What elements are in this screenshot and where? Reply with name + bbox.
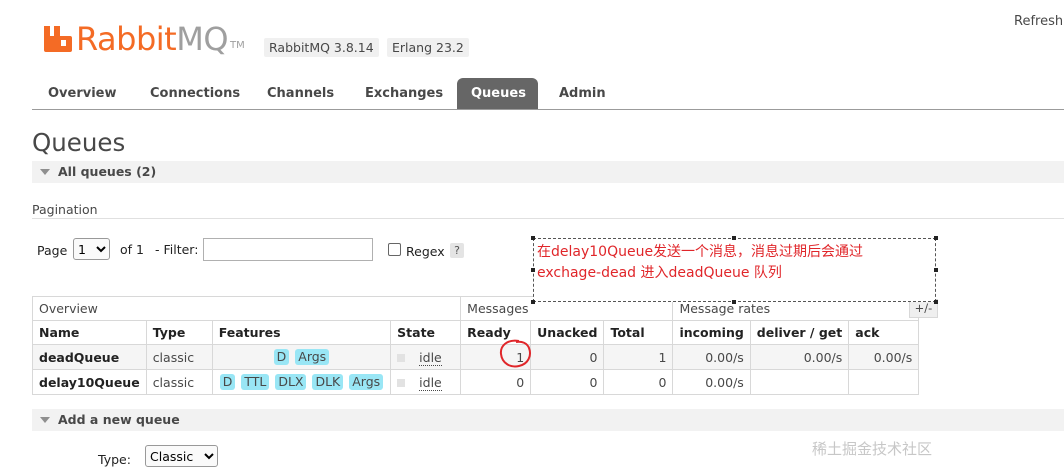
total-count: 1	[603, 344, 674, 370]
state-indicator-icon	[397, 379, 406, 387]
deliver-get-rate	[749, 369, 850, 395]
feature-tag[interactable]: DLK	[312, 374, 344, 390]
tab-queues[interactable]: Queues	[457, 78, 538, 109]
queue-type: classic	[145, 344, 213, 370]
page-label: Page	[37, 243, 68, 258]
feature-tag[interactable]: Args	[295, 349, 330, 365]
resize-handle	[531, 236, 535, 240]
feature-tag[interactable]: Args	[349, 374, 384, 390]
erlang-version-badge: Erlang 23.2	[387, 38, 469, 57]
incoming-rate: 0.00/s	[672, 369, 751, 395]
tab-admin[interactable]: Admin	[545, 78, 620, 109]
col-state[interactable]: State	[390, 320, 462, 345]
ready-count: 0	[460, 369, 532, 395]
col-name[interactable]: Name	[32, 320, 147, 345]
resize-handle	[732, 236, 736, 240]
resize-handle	[934, 268, 938, 272]
queue-name-link[interactable]: delay10Queue	[32, 369, 147, 395]
tab-exchanges[interactable]: Exchanges	[351, 78, 457, 109]
group-overview: Overview	[31, 296, 462, 321]
regex-checkbox[interactable]	[388, 243, 401, 256]
filter-label: - Filter:	[155, 242, 199, 257]
tab-channels[interactable]: Channels	[253, 78, 348, 109]
resize-handle	[934, 236, 938, 240]
queues-table: Overview Messages Message rates Name Typ…	[31, 296, 920, 395]
add-queue-label: Add a new queue	[58, 412, 180, 427]
table-row[interactable]: delay10Queue classic D TTL DLX DLK Args …	[32, 369, 920, 395]
page-select[interactable]: 1	[73, 238, 110, 260]
resize-handle	[732, 300, 736, 304]
col-total[interactable]: Total	[603, 320, 674, 345]
collapse-triangle-icon	[40, 417, 50, 423]
all-queues-label: All queues (2)	[58, 164, 157, 179]
watermark: 稀土掘金技术社区	[812, 440, 933, 458]
ack-rate: 0.00/s	[848, 344, 920, 370]
resize-handle	[531, 268, 535, 272]
table-row[interactable]: deadQueue classic D Args idle 1 0 1 0.00…	[32, 344, 920, 370]
unacked-count: 0	[530, 369, 605, 395]
feature-tag[interactable]: D	[219, 374, 236, 390]
deliver-get-rate: 0.00/s	[749, 344, 850, 370]
col-ack[interactable]: ack	[848, 320, 920, 345]
red-circle-annotation-icon	[499, 339, 531, 368]
col-features[interactable]: Features	[211, 320, 392, 345]
type-label: Type:	[98, 452, 131, 467]
regex-label: Regex	[406, 244, 445, 259]
annotation-text: 在delay10Queue发送一个消息，消息过期后会通过 exchage-dea…	[537, 242, 932, 284]
state-indicator-icon	[397, 354, 406, 362]
unacked-count: 0	[530, 344, 605, 370]
incoming-rate: 0.00/s	[672, 344, 751, 370]
pagination-divider	[32, 218, 1064, 219]
queue-features: D TTL DLX DLK Args	[211, 369, 392, 395]
table-column-header: Name Type Features State Ready Unacked T…	[32, 320, 920, 345]
feature-tag[interactable]: D	[273, 349, 290, 365]
tab-overview[interactable]: Overview	[34, 78, 131, 109]
tab-connections[interactable]: Connections	[136, 78, 254, 109]
all-queues-section-toggle[interactable]: All queues (2)	[32, 161, 1064, 183]
feature-tag[interactable]: TTL	[241, 374, 270, 390]
queue-state: idle	[390, 369, 462, 395]
col-unacked[interactable]: Unacked	[530, 320, 605, 345]
add-queue-section-toggle[interactable]: Add a new queue	[32, 409, 1064, 431]
col-type[interactable]: Type	[145, 320, 213, 345]
main-nav-tabs: Overview Connections Channels Exchanges …	[32, 78, 1064, 110]
rabbitmq-version-badge: RabbitMQ 3.8.14	[264, 38, 379, 57]
pagination-heading: Pagination	[32, 202, 98, 217]
resize-handle	[531, 300, 535, 304]
logo-text: RabbitMQ	[76, 20, 228, 58]
col-deliver-get[interactable]: deliver / get	[749, 320, 850, 345]
feature-tag[interactable]: DLX	[275, 374, 307, 390]
regex-help-button[interactable]: ?	[450, 243, 464, 258]
queue-name-link[interactable]: deadQueue	[32, 344, 147, 370]
queue-type-select[interactable]: Classic	[145, 445, 218, 467]
resize-handle	[934, 300, 938, 304]
logo-trademark: TM	[230, 39, 245, 51]
page-count-label: of 1	[120, 242, 144, 257]
rabbitmq-logo: RabbitMQ TM	[44, 22, 245, 56]
collapse-triangle-icon	[40, 169, 50, 175]
annotation-box: 在delay10Queue发送一个消息，消息过期后会通过 exchage-dea…	[531, 236, 938, 304]
annotation-line: exchage-dead 进入deadQueue 队列	[537, 265, 782, 281]
queue-features: D Args	[211, 344, 392, 370]
total-count: 0	[603, 369, 674, 395]
col-incoming[interactable]: incoming	[672, 320, 751, 345]
rabbitmq-logo-icon	[44, 26, 72, 52]
ack-rate	[848, 369, 920, 395]
queue-state: idle	[390, 344, 462, 370]
queue-type: classic	[145, 369, 213, 395]
annotation-line: 在delay10Queue发送一个消息，消息过期后会通过	[537, 244, 864, 260]
refresh-control[interactable]: Refresh	[1014, 14, 1063, 29]
filter-input[interactable]	[203, 238, 373, 261]
page-title: Queues	[32, 128, 126, 157]
